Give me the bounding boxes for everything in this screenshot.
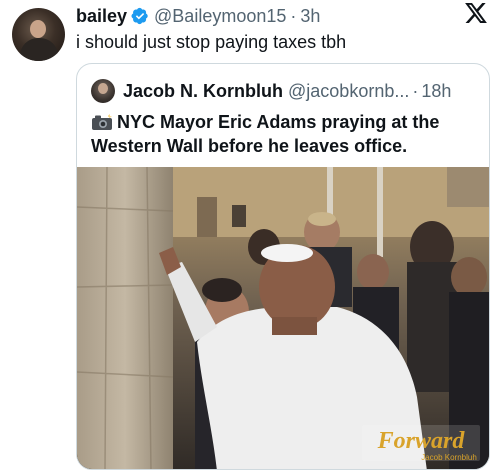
author-handle[interactable]: @Baileymoon15 (154, 6, 286, 27)
x-logo-icon (465, 3, 487, 23)
quoted-tweet-photo[interactable]: Forward Jacob Kornbluh (77, 167, 490, 470)
quoted-tweet[interactable]: Jacob N. Kornbluh @jacobkornb... · 18h N… (76, 63, 490, 470)
photo-watermark-byline: Jacob Kornbluh (421, 453, 477, 462)
tweet-header: bailey @Baileymoon15 · 3h (76, 4, 320, 28)
quoted-tweet-text-block: NYC Mayor Eric Adams praying at the West… (91, 110, 481, 158)
quoted-author-handle[interactable]: @jacobkornb... (288, 81, 409, 102)
avatar-figure-face (30, 20, 46, 38)
camera-flash-emoji-icon (92, 114, 112, 130)
quoted-tweet-timestamp[interactable]: 18h (421, 81, 451, 102)
quoted-header-separator: · (412, 80, 419, 101)
verified-badge-icon (131, 7, 148, 25)
author-avatar[interactable] (12, 8, 65, 61)
tweet-timestamp[interactable]: 3h (300, 6, 320, 27)
quoted-author-name[interactable]: Jacob N. Kornbluh (123, 81, 283, 102)
tweet-card[interactable]: bailey @Baileymoon15 · 3h i should just … (0, 0, 500, 473)
quoted-tweet-header: Jacob N. Kornbluh @jacobkornb... · 18h (91, 79, 451, 103)
author-name[interactable]: bailey (76, 6, 127, 27)
photo-watermark-title: Forward (377, 428, 466, 454)
avatar-figure-body (20, 38, 58, 61)
quoted-author-avatar[interactable] (91, 79, 115, 103)
tweet-text: i should just stop paying taxes tbh (76, 32, 347, 52)
quoted-tweet-text: NYC Mayor Eric Adams praying at the West… (91, 112, 440, 156)
header-separator: · (290, 5, 297, 26)
